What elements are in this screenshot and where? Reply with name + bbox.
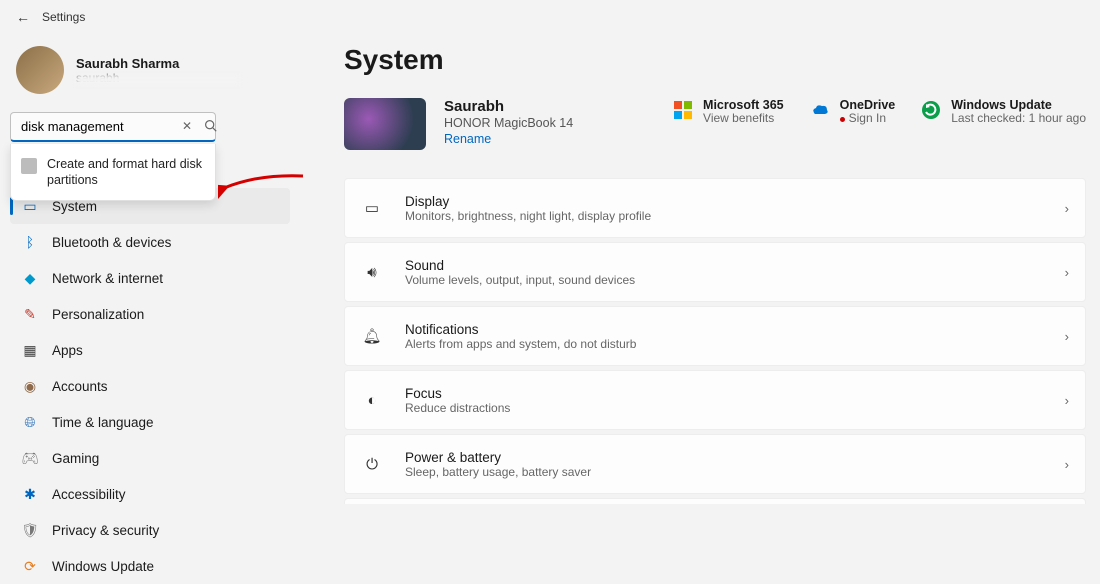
category-title: Notifications (405, 322, 1065, 337)
m365-icon (673, 100, 693, 120)
shield-icon: 🛡︎ (22, 522, 38, 538)
category-icon: 🔊︎ (361, 264, 383, 281)
update-icon: ⟳ (22, 558, 38, 574)
brush-icon: ✎ (22, 306, 38, 322)
nav-accounts[interactable]: ◉Accounts (10, 368, 290, 404)
page-title: System (344, 44, 1086, 76)
cloud-cards: Microsoft 365View benefits OneDriveSign … (673, 98, 1086, 126)
search-suggestion-item[interactable]: Create and format hard disk partitions (11, 150, 215, 194)
device-model: HONOR MagicBook 14 (444, 116, 655, 130)
profile-card[interactable]: Saurabh Sharma saurabh (10, 42, 290, 106)
category-title: Display (405, 194, 1065, 209)
device-header: Saurabh HONOR MagicBook 14 Rename Micros… (344, 98, 1086, 150)
nav-time[interactable]: 🌐︎Time & language (10, 404, 290, 440)
bluetooth-icon: ᛒ (22, 234, 38, 250)
main-content: System Saurabh HONOR MagicBook 14 Rename… (300, 34, 1100, 504)
disk-partition-icon (21, 158, 37, 174)
category-subtitle: Monitors, brightness, night light, displ… (405, 209, 1065, 223)
nav-apps[interactable]: ▦Apps (10, 332, 290, 368)
category-subtitle: Alerts from apps and system, do not dist… (405, 337, 1065, 351)
nav-bluetooth[interactable]: ᛒBluetooth & devices (10, 224, 290, 260)
alert-dot-icon (840, 117, 845, 122)
category-icon: ◐ (361, 392, 383, 409)
category-storage[interactable]: ▦StorageStorage space, drives, configura… (344, 498, 1086, 504)
sidebar: Saurabh Sharma saurabh ✕ Create and form… (0, 34, 300, 504)
card-onedrive[interactable]: OneDriveSign In (810, 98, 896, 126)
clear-search-icon[interactable]: ✕ (182, 119, 192, 133)
gamepad-icon: 🎮︎ (22, 450, 38, 466)
chevron-right-icon: › (1065, 393, 1069, 408)
profile-email: saurabh (76, 71, 179, 85)
chevron-right-icon: › (1065, 201, 1069, 216)
category-title: Power & battery (405, 450, 1065, 465)
chevron-right-icon: › (1065, 329, 1069, 344)
search-icon[interactable] (204, 119, 217, 135)
avatar (16, 46, 64, 94)
category-icon: ▭ (361, 199, 383, 217)
chevron-right-icon: › (1065, 265, 1069, 280)
wifi-icon: ◆ (22, 270, 38, 286)
category-power-battery[interactable]: ⏻ Power & batterySleep, battery usage, ba… (344, 434, 1086, 494)
device-thumbnail (344, 98, 426, 150)
nav-gaming[interactable]: 🎮︎Gaming (10, 440, 290, 476)
search-suggestion-text: Create and format hard disk partitions (47, 156, 205, 188)
category-icon: 🔔︎ (361, 327, 383, 345)
category-title: Sound (405, 258, 1065, 273)
category-notifications[interactable]: 🔔︎ NotificationsAlerts from apps and syst… (344, 306, 1086, 366)
category-focus[interactable]: ◐ FocusReduce distractions› (344, 370, 1086, 430)
nav-accessibility[interactable]: ✱Accessibility (10, 476, 290, 512)
onedrive-icon (810, 100, 830, 120)
nav-network[interactable]: ◆Network & internet (10, 260, 290, 296)
windows-update-icon (921, 100, 941, 120)
sidebar-nav: ▭System ᛒBluetooth & devices ◆Network & … (10, 188, 290, 584)
card-m365[interactable]: Microsoft 365View benefits (673, 98, 784, 126)
rename-link[interactable]: Rename (444, 132, 655, 146)
chevron-right-icon: › (1065, 457, 1069, 472)
category-icon: ⏻ (361, 456, 383, 473)
category-sound[interactable]: 🔊︎ SoundVolume levels, output, input, sou… (344, 242, 1086, 302)
nav-windows-update[interactable]: ⟳Windows Update (10, 548, 290, 584)
globe-icon: 🌐︎ (22, 414, 38, 430)
accessibility-icon: ✱ (22, 486, 38, 502)
search-suggestion-popup: Create and format hard disk partitions (10, 144, 216, 201)
search-container: ✕ Create and format hard disk partitions (10, 112, 290, 142)
user-icon: ◉ (22, 378, 38, 394)
apps-icon: ▦ (22, 342, 38, 358)
card-windows-update[interactable]: Windows UpdateLast checked: 1 hour ago (921, 98, 1086, 126)
profile-name: Saurabh Sharma (76, 56, 179, 71)
nav-privacy[interactable]: 🛡︎Privacy & security (10, 512, 290, 548)
category-subtitle: Reduce distractions (405, 401, 1065, 415)
category-display[interactable]: ▭ DisplayMonitors, brightness, night ligh… (344, 178, 1086, 238)
nav-personalization[interactable]: ✎Personalization (10, 296, 290, 332)
category-title: Focus (405, 386, 1065, 401)
category-subtitle: Sleep, battery usage, battery saver (405, 465, 1065, 479)
app-title: Settings (42, 10, 85, 24)
category-subtitle: Volume levels, output, input, sound devi… (405, 273, 1065, 287)
device-name: Saurabh (444, 98, 655, 116)
back-button[interactable]: ← (16, 9, 30, 25)
